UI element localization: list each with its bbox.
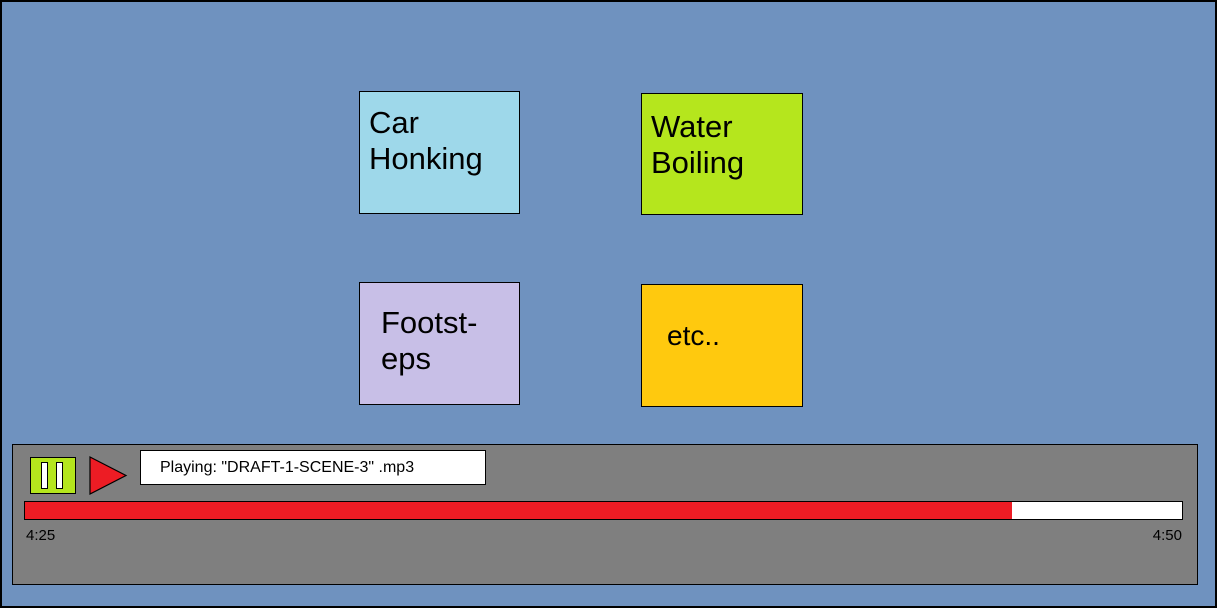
progress-bar[interactable] <box>24 501 1183 520</box>
app-window: Car Honking Water Boiling Footst- eps et… <box>0 0 1217 608</box>
sound-tile-label: Footst- eps <box>381 305 478 376</box>
now-playing-label: Playing: "DRAFT-1-SCENE-3" .mp3 <box>140 450 486 485</box>
pause-icon <box>41 462 48 489</box>
pause-button[interactable] <box>30 457 76 494</box>
current-time: 4:25 <box>26 527 56 544</box>
sound-tile-label: Car Honking <box>369 105 483 176</box>
play-button[interactable] <box>88 456 128 495</box>
sound-tile-car-honking[interactable]: Car Honking <box>359 91 520 214</box>
sound-tile-footsteps[interactable]: Footst- eps <box>359 282 520 405</box>
sound-tile-label: Water Boiling <box>651 109 745 180</box>
sound-tile-water-boiling[interactable]: Water Boiling <box>641 93 803 215</box>
progress-fill <box>25 502 1012 519</box>
sound-tile-label: etc.. <box>667 320 720 351</box>
audio-player: Playing: "DRAFT-1-SCENE-3" .mp3 4:25 4:5… <box>12 444 1198 585</box>
play-icon <box>89 456 128 495</box>
total-time: 4:50 <box>1152 527 1182 544</box>
sound-tile-etc[interactable]: etc.. <box>641 284 803 407</box>
pause-icon-bar <box>56 462 63 489</box>
